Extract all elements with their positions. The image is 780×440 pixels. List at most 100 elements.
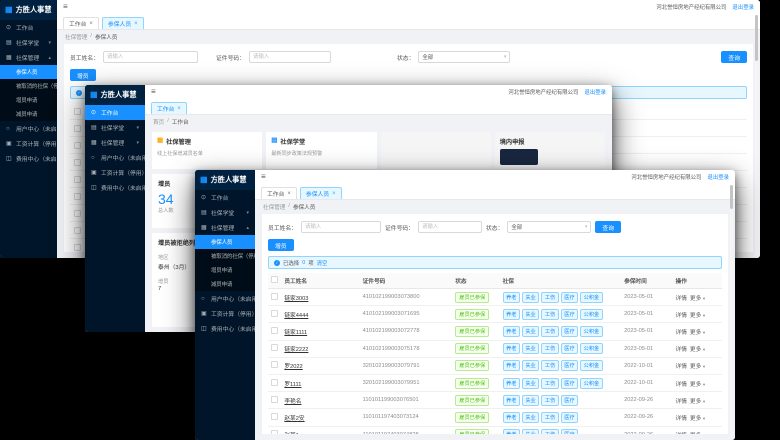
row-checkbox[interactable]: [271, 379, 278, 386]
employee-name-link[interactable]: 链家4444: [284, 313, 308, 319]
sidebar-item-workbench[interactable]: ⊙工作台: [0, 20, 57, 35]
employee-name-link[interactable]: 罗2022: [284, 364, 302, 370]
sidebar-item-zengyuan-apply[interactable]: 增员申请: [0, 93, 57, 107]
sidebar-item-cancelled-shebao[interactable]: 被取消的社保（停用）: [0, 79, 57, 93]
more-link[interactable]: 更多 ▾: [690, 416, 705, 422]
employee-name-link[interactable]: 链家1111: [284, 330, 307, 336]
row-checkbox[interactable]: [74, 142, 81, 149]
detail-link[interactable]: 详情: [676, 399, 687, 405]
row-checkbox[interactable]: [271, 344, 278, 351]
id-number-input[interactable]: [249, 51, 331, 63]
breadcrumb-item[interactable]: 首页: [153, 118, 164, 126]
row-checkbox[interactable]: [74, 176, 81, 183]
logout-link[interactable]: 退出登录: [584, 88, 606, 96]
employee-name-link[interactable]: 罗1111: [284, 382, 301, 388]
collapse-sidebar-icon[interactable]: ≡: [63, 3, 68, 11]
tab-canbao[interactable]: 参保人员 ×: [102, 17, 144, 29]
sidebar-item-user-center[interactable]: ○用户中心（未启用）▾: [195, 291, 255, 306]
card-shebao-manage[interactable]: ▦ 社保管理 线上社保增减员名单: [152, 132, 262, 169]
detail-link[interactable]: 详情: [676, 347, 687, 353]
sidebar-item-salary-calc[interactable]: ▣工资计算（停用）▾: [0, 136, 57, 151]
id-number-input[interactable]: [418, 221, 482, 233]
more-link[interactable]: 更多 ▾: [690, 364, 705, 370]
row-checkbox[interactable]: [271, 327, 278, 334]
row-checkbox[interactable]: [74, 193, 81, 200]
row-checkbox[interactable]: [74, 210, 81, 217]
sidebar-item-zengyuan-apply[interactable]: 增员申请: [195, 263, 255, 277]
card-jingnei-shenbao[interactable]: 境内申报: [495, 132, 605, 169]
sidebar-item-workbench[interactable]: ⊙工作台: [85, 105, 145, 120]
more-link[interactable]: 更多 ▾: [690, 382, 705, 388]
sidebar-item-shebao-manage[interactable]: ▦社保管理▴: [195, 220, 255, 235]
sidebar-item-jianyuan-apply[interactable]: 减员申请: [0, 107, 57, 121]
employee-name-link[interactable]: 链家2222: [284, 347, 308, 353]
sidebar-item-user-center[interactable]: ○用户中心（未启用）▾: [0, 121, 57, 136]
detail-link[interactable]: 详情: [676, 313, 687, 319]
sidebar-item-cost-center[interactable]: ◫费用中心（未启用）▾: [85, 180, 145, 195]
sidebar-item-shebao-school[interactable]: ▤社保学堂▾: [85, 120, 145, 135]
employee-name-input[interactable]: [103, 51, 198, 63]
close-icon[interactable]: ×: [134, 21, 138, 27]
more-link[interactable]: 更多 ▾: [690, 433, 705, 434]
close-icon[interactable]: ×: [332, 191, 336, 197]
more-link[interactable]: 更多 ▾: [690, 347, 705, 353]
search-button[interactable]: 查询: [721, 51, 747, 63]
row-checkbox[interactable]: [74, 159, 81, 166]
sidebar-item-cost-center[interactable]: ◫费用中心（未启用）▾: [0, 151, 57, 166]
search-button[interactable]: 查询: [595, 221, 621, 233]
employee-name-link[interactable]: 赵某2安: [284, 416, 304, 422]
sidebar-item-shebao-school[interactable]: ▤社保学堂▾: [0, 35, 57, 50]
more-link[interactable]: 更多 ▾: [690, 296, 705, 302]
more-link[interactable]: 更多 ▾: [690, 313, 705, 319]
close-icon[interactable]: ×: [177, 106, 181, 112]
tab-workbench[interactable]: 工作台 ×: [151, 102, 187, 114]
sidebar-item-shebao-manage[interactable]: ▦社保管理▴: [0, 50, 57, 65]
employee-name-link[interactable]: 链家3003: [284, 296, 308, 302]
row-checkbox[interactable]: [271, 396, 278, 403]
employee-name-link[interactable]: 赵某1: [284, 433, 299, 434]
sidebar-item-user-center[interactable]: ○用户中心（未启用）▾: [85, 150, 145, 165]
sidebar-item-canbao-renyuan[interactable]: 参保人员: [195, 235, 255, 249]
detail-link[interactable]: 详情: [676, 364, 687, 370]
sidebar-item-shebao-manage[interactable]: ▦社保管理▾: [85, 135, 145, 150]
detail-link[interactable]: 详情: [676, 416, 687, 422]
scrollbar-track[interactable]: [755, 15, 758, 256]
row-checkbox[interactable]: [271, 430, 278, 434]
card-shebao-school[interactable]: ▤ 社保学堂 最新同步政策法规预警: [266, 132, 376, 169]
close-icon[interactable]: ×: [287, 191, 291, 197]
scrollbar-track[interactable]: [730, 185, 733, 438]
scrollbar-thumb[interactable]: [755, 15, 758, 61]
sidebar-item-cost-center[interactable]: ◫费用中心（未启用）▾: [195, 321, 255, 336]
sidebar-item-cancelled-shebao[interactable]: 被取消的社保（停用）: [195, 249, 255, 263]
row-checkbox[interactable]: [74, 244, 81, 251]
row-checkbox[interactable]: [271, 413, 278, 420]
detail-link[interactable]: 详情: [676, 382, 687, 388]
breadcrumb-item[interactable]: 社保管理: [263, 203, 285, 211]
close-icon[interactable]: ×: [89, 21, 93, 27]
breadcrumb-item[interactable]: 社保管理: [65, 33, 87, 41]
sidebar-item-shebao-school[interactable]: ▤社保学堂▾: [195, 205, 255, 220]
row-checkbox[interactable]: [74, 108, 81, 115]
logout-link[interactable]: 退出登录: [732, 3, 754, 11]
sidebar-item-canbao-renyuan[interactable]: 参保人员: [0, 65, 57, 79]
tab-workbench[interactable]: 工作台 ×: [261, 187, 297, 199]
add-button[interactable]: 增员: [268, 239, 294, 251]
row-checkbox[interactable]: [74, 227, 81, 234]
scrollbar-thumb[interactable]: [730, 185, 733, 209]
employee-name-link[interactable]: 李艳名: [284, 399, 301, 405]
more-link[interactable]: 更多 ▾: [690, 399, 705, 405]
sidebar-item-jianyuan-apply[interactable]: 减员申请: [195, 277, 255, 291]
detail-link[interactable]: 详情: [676, 433, 687, 434]
detail-link[interactable]: 详情: [676, 296, 687, 302]
tab-workbench[interactable]: 工作台 ×: [63, 17, 99, 29]
status-select[interactable]: 全部 ▾: [418, 51, 510, 63]
status-select[interactable]: 全部 ▾: [507, 221, 591, 233]
logout-link[interactable]: 退出登录: [707, 173, 729, 181]
clear-selection-link[interactable]: 清空: [317, 259, 328, 267]
collapse-sidebar-icon[interactable]: ≡: [151, 88, 156, 96]
tab-canbao[interactable]: 参保人员 ×: [300, 187, 342, 199]
select-all-checkbox[interactable]: [271, 276, 278, 283]
row-checkbox[interactable]: [74, 125, 81, 132]
sidebar-item-salary-calc[interactable]: ▣工资计算（停用）▾: [85, 165, 145, 180]
more-link[interactable]: 更多 ▾: [690, 330, 705, 336]
